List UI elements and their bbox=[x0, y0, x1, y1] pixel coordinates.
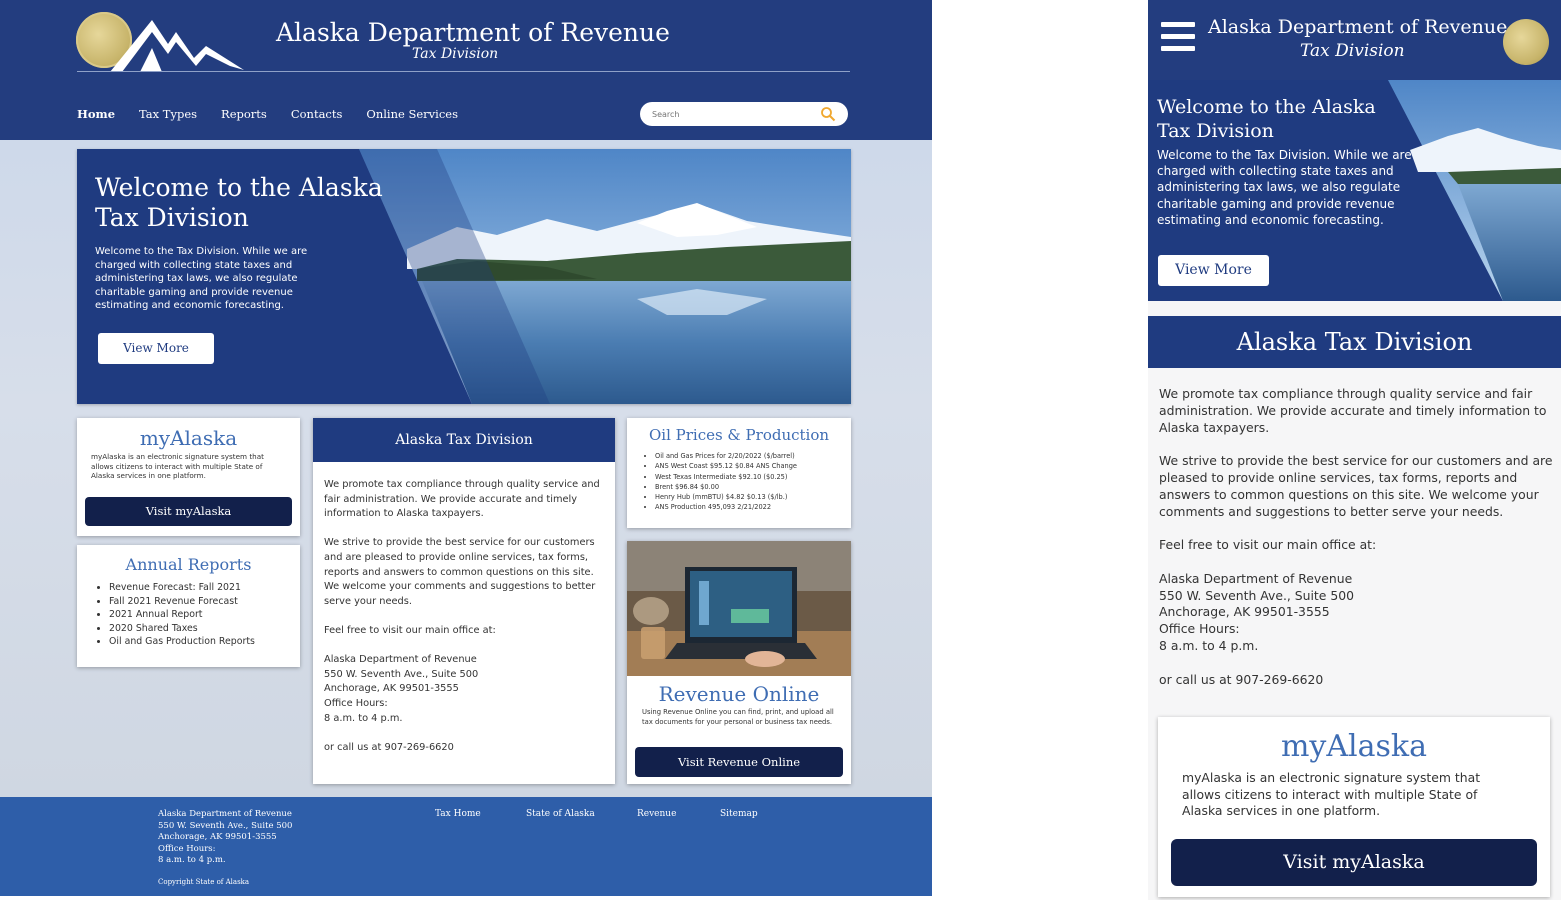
mobile-site-subtitle: Tax Division bbox=[1300, 41, 1405, 61]
visit-revenue-online-button[interactable]: Visit Revenue Online bbox=[635, 747, 843, 777]
mobile-tax-division-body: We promote tax compliance through qualit… bbox=[1159, 386, 1554, 688]
oil-price-item: ANS West Coast $95.12 $0.84 ANS Change bbox=[655, 461, 861, 471]
mobile-tax-division-header: Alaska Tax Division bbox=[1148, 316, 1561, 368]
search-input[interactable] bbox=[650, 105, 814, 124]
mobile-address-line: Alaska Department of Revenue bbox=[1159, 570, 1353, 586]
oil-price-item: Brent $96.84 $0.00 bbox=[655, 482, 861, 492]
report-link[interactable]: 2021 Annual Report bbox=[109, 608, 309, 622]
main-nav: Home Tax Types Reports Contacts Online S… bbox=[77, 107, 482, 121]
phone-text: or call us at 907-269-6620 bbox=[324, 741, 454, 753]
nav-tax-types[interactable]: Tax Types bbox=[139, 107, 197, 121]
mobile-hero-title: Welcome to the Alaska Tax Division bbox=[1157, 96, 1376, 142]
footer-copyright: Copyright State of Alaska bbox=[158, 878, 250, 886]
tax-division-intro: We promote tax compliance through qualit… bbox=[324, 479, 600, 520]
mobile-hero-banner: Welcome to the Alaska Tax Division Welco… bbox=[1148, 80, 1561, 301]
visit-myalaska-button[interactable]: Visit myAlaska bbox=[85, 497, 292, 526]
footer-address-line: 8 a.m. to 4 p.m. bbox=[158, 855, 226, 865]
mobile-tax-division-intro: We promote tax compliance through qualit… bbox=[1159, 386, 1547, 435]
footer-address-line: Anchorage, AK 99501-3555 bbox=[158, 832, 277, 842]
mobile-phone-text: or call us at 907-269-6620 bbox=[1159, 671, 1324, 687]
site-subtitle: Tax Division bbox=[412, 46, 499, 62]
desktop-mockup: Alaska Department of Revenue Tax Divisio… bbox=[0, 0, 932, 896]
site-header: Alaska Department of Revenue Tax Divisio… bbox=[0, 0, 932, 140]
address-line: Anchorage, AK 99501-3555 bbox=[324, 683, 459, 695]
address-line: Alaska Department of Revenue bbox=[324, 654, 477, 666]
footer-address-line: 550 W. Seventh Ave., Suite 500 bbox=[158, 820, 293, 831]
hero-description: Welcome to the Tax Division. While we ar… bbox=[95, 246, 308, 311]
footer-address-line: Office Hours: bbox=[158, 843, 216, 854]
oil-price-item: ANS Production 495,093 2/21/2022 bbox=[655, 502, 861, 512]
mobile-tax-division-visit: Feel free to visit our main office at: bbox=[1159, 537, 1377, 553]
oil-price-item: West Texas Intermediate $92.10 ($0.25) bbox=[655, 472, 861, 482]
mobile-visit-myalaska-button[interactable]: Visit myAlaska bbox=[1171, 839, 1537, 886]
mobile-address-line: 550 W. Seventh Ave., Suite 500 bbox=[1159, 587, 1354, 603]
mobile-hero-description: Welcome to the Tax Division. While we ar… bbox=[1157, 148, 1412, 227]
nav-contacts[interactable]: Contacts bbox=[291, 107, 343, 121]
oil-prices-title: Oil Prices & Production bbox=[648, 426, 830, 444]
mobile-header: Alaska Department of Revenue Tax Divisio… bbox=[1148, 0, 1561, 80]
revenue-online-title: Revenue Online bbox=[658, 682, 820, 706]
search-icon[interactable] bbox=[820, 106, 836, 122]
myalaska-description: myAlaska is an electronic signature syst… bbox=[91, 452, 264, 480]
revenue-online-card: Revenue Online Using Revenue Online you … bbox=[627, 541, 851, 784]
mobile-view-more-button[interactable]: View More bbox=[1158, 255, 1269, 286]
site-title: Alaska Department of Revenue bbox=[276, 18, 670, 47]
mobile-myalaska-card: myAlaska myAlaska is an electronic signa… bbox=[1158, 717, 1550, 897]
myalaska-title: myAlaska bbox=[139, 426, 238, 450]
tax-division-card: Alaska Tax Division We promote tax compl… bbox=[313, 418, 615, 784]
tax-division-visit: Feel free to visit our main office at: bbox=[324, 624, 496, 636]
footer-link-revenue[interactable]: Revenue bbox=[637, 809, 676, 819]
nav-reports[interactable]: Reports bbox=[221, 107, 267, 121]
oil-prices-card: Oil Prices & Production Oil and Gas Pric… bbox=[627, 418, 851, 528]
footer-address: Alaska Department of Revenue 550 W. Seve… bbox=[158, 809, 292, 867]
laptop-photo-image bbox=[627, 541, 851, 676]
mobile-site-title: Alaska Department of Revenue bbox=[1208, 16, 1508, 38]
oil-prices-list: Oil and Gas Prices for 2/20/2022 ($/barr… bbox=[641, 451, 861, 513]
oil-price-item: Henry Hub (mmBTU) $4.82 $0.13 ($/lb.) bbox=[655, 492, 861, 502]
footer-address-line: Alaska Department of Revenue bbox=[158, 809, 292, 819]
annual-reports-card: Annual Reports Revenue Forecast: Fall 20… bbox=[77, 545, 300, 667]
hero-banner: Welcome to the Alaska Tax Division Welco… bbox=[77, 149, 851, 404]
mobile-tax-division-service: We strive to provide the best service fo… bbox=[1159, 453, 1553, 519]
address-line: 550 W. Seventh Ave., Suite 500 bbox=[324, 668, 479, 680]
myalaska-card: myAlaska myAlaska is an electronic signa… bbox=[77, 418, 300, 536]
annual-reports-list: Revenue Forecast: Fall 2021 Fall 2021 Re… bbox=[95, 581, 309, 649]
mobile-address-line: Anchorage, AK 99501-3555 bbox=[1159, 604, 1330, 620]
revenue-online-description: Using Revenue Online you can find, print… bbox=[642, 708, 834, 726]
footer-link-tax-home[interactable]: Tax Home bbox=[435, 809, 481, 819]
oil-price-item: Oil and Gas Prices for 2/20/2022 ($/barr… bbox=[655, 451, 861, 461]
address-line: 8 a.m. to 4 p.m. bbox=[324, 712, 403, 724]
report-link[interactable]: Fall 2021 Revenue Forecast bbox=[109, 595, 309, 609]
report-link[interactable]: Revenue Forecast: Fall 2021 bbox=[109, 581, 309, 595]
footer-link-sitemap[interactable]: Sitemap bbox=[720, 809, 758, 819]
tax-division-service: We strive to provide the best service fo… bbox=[324, 537, 596, 607]
search-box bbox=[640, 102, 848, 126]
header-divider bbox=[77, 71, 850, 72]
mobile-myalaska-title: myAlaska bbox=[1280, 729, 1427, 764]
mobile-address-line: 8 a.m. to 4 p.m. bbox=[1159, 637, 1259, 653]
address-line: Office Hours: bbox=[324, 697, 388, 709]
mobile-state-seal-logo[interactable] bbox=[1503, 19, 1549, 65]
view-more-button[interactable]: View More bbox=[98, 333, 214, 364]
tax-division-header: Alaska Tax Division bbox=[313, 418, 615, 462]
report-link[interactable]: Oil and Gas Production Reports bbox=[109, 635, 309, 649]
nav-online-services[interactable]: Online Services bbox=[366, 107, 458, 121]
annual-reports-title: Annual Reports bbox=[125, 555, 252, 574]
hamburger-menu-icon[interactable] bbox=[1161, 22, 1195, 56]
nav-home[interactable]: Home bbox=[77, 107, 115, 121]
footer-link-state-of-alaska[interactable]: State of Alaska bbox=[526, 809, 595, 819]
mobile-mockup: Alaska Department of Revenue Tax Divisio… bbox=[1148, 0, 1561, 900]
mountains-logo-icon bbox=[110, 20, 244, 72]
mobile-myalaska-description: myAlaska is an electronic signature syst… bbox=[1182, 770, 1481, 818]
mobile-address-line: Office Hours: bbox=[1159, 621, 1240, 637]
report-link[interactable]: 2020 Shared Taxes bbox=[109, 622, 309, 636]
hero-title: Welcome to the Alaska Tax Division bbox=[95, 173, 383, 232]
site-footer: Alaska Department of Revenue 550 W. Seve… bbox=[0, 797, 932, 896]
tax-division-body: We promote tax compliance through qualit… bbox=[324, 478, 606, 755]
